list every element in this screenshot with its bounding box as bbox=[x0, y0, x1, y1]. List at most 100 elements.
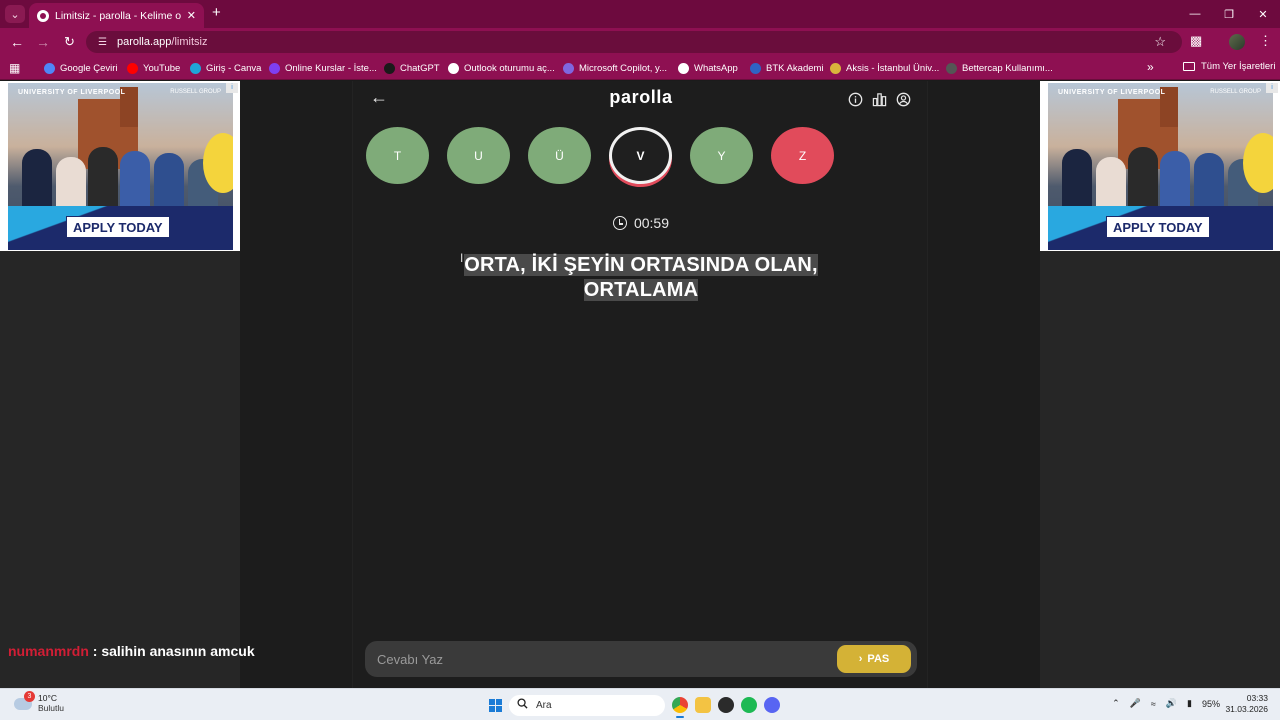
bookmark-favicon-icon bbox=[946, 62, 957, 74]
question-text: ORTA, İKİ ŞEYİN ORTASINDA OLAN, ORTALAMA bbox=[421, 253, 861, 303]
letter-circle: Y bbox=[690, 127, 753, 184]
bookmark-label: YouTube bbox=[143, 62, 181, 74]
tray-chevron-up-icon[interactable]: ⌃ bbox=[1112, 698, 1120, 709]
answer-box: › PAS bbox=[365, 641, 917, 677]
time: 03:33 bbox=[1246, 693, 1268, 703]
letter-circle: V bbox=[609, 127, 672, 184]
all-bookmarks-label: Tüm Yer İşaretleri bbox=[1201, 61, 1276, 72]
stats-chart-icon[interactable] bbox=[871, 91, 887, 107]
bookmark-item[interactable]: YouTube bbox=[127, 61, 180, 75]
ad-apply-button[interactable]: APPLY TODAY bbox=[1106, 216, 1210, 238]
forward-arrow-icon[interactable]: → bbox=[36, 34, 50, 50]
bookmark-item[interactable]: Giriş - Canva bbox=[190, 61, 261, 75]
chrome-icon[interactable] bbox=[672, 697, 688, 718]
bookmark-item[interactable]: Aksis - İstanbul Üniv... bbox=[830, 61, 939, 75]
taskbar-clock[interactable]: 03:33 31.03.2026 bbox=[1225, 693, 1268, 715]
text-cursor-icon: I bbox=[460, 251, 464, 265]
app-logo: parolla bbox=[609, 87, 673, 107]
bookmark-item[interactable]: Google Çeviri bbox=[44, 61, 118, 75]
bookmarks-bar: ▦ Google Çeviri YouTube Giriş - Canva Onlin… bbox=[0, 56, 1280, 80]
bookmark-star-icon[interactable]: ☆ bbox=[1154, 34, 1166, 50]
bookmark-item[interactable]: WhatsApp bbox=[678, 61, 738, 75]
weather-widget[interactable]: 3 10°C Bulutlu bbox=[14, 691, 64, 713]
ad-russell-logo: RUSSELL GROUP bbox=[1210, 89, 1261, 95]
wifi-icon[interactable]: ≈ bbox=[1151, 699, 1156, 709]
ad-left[interactable]: UNIVERSITY OF LIVERPOOL RUSSELL GROUP AP… bbox=[0, 81, 240, 251]
new-tab-plus-icon[interactable]: + bbox=[212, 5, 221, 21]
bookmark-item[interactable]: Outlook oturumu aç... bbox=[448, 61, 555, 75]
bookmark-item[interactable]: ChatGPT bbox=[384, 61, 440, 75]
stream-chat-message: numanmrdn : salihin anasının amcuk bbox=[8, 643, 255, 659]
windows-taskbar: 3 10°C Bulutlu Ara ⌃ 🎤 ≈ 🔊 ▮ 95% 03:33 3… bbox=[0, 688, 1280, 720]
ad-russell-logo: RUSSELL GROUP bbox=[170, 89, 221, 95]
pass-label: PAS bbox=[867, 653, 890, 665]
microphone-icon[interactable]: 🎤 bbox=[1130, 698, 1141, 709]
letter-wheel: TUÜVYZ bbox=[366, 125, 846, 189]
tab-close-icon[interactable]: ✕ bbox=[187, 9, 196, 22]
letter-circle: U bbox=[447, 127, 510, 184]
bookmark-label: Google Çeviri bbox=[60, 62, 118, 74]
letter-circle: Ü bbox=[528, 127, 591, 184]
bookmark-favicon-icon bbox=[190, 62, 201, 74]
windows-start-icon[interactable] bbox=[489, 698, 502, 712]
temperature: 10°C bbox=[38, 693, 57, 703]
battery-icon[interactable]: ▮ bbox=[1187, 698, 1192, 709]
game-area: ← parolla TUÜVYZ 00:59 ORTA, İKİ ŞEYİN O… bbox=[240, 81, 1040, 688]
obs-icon[interactable] bbox=[718, 697, 734, 713]
close-window-icon[interactable]: ✕ bbox=[1246, 0, 1280, 28]
weather-badge: 3 bbox=[24, 691, 35, 702]
ad-apply-button[interactable]: APPLY TODAY bbox=[66, 216, 170, 238]
pass-button[interactable]: › PAS bbox=[837, 645, 911, 673]
cloud-icon: 3 bbox=[14, 691, 35, 710]
ad-people bbox=[16, 139, 221, 209]
discord-icon[interactable] bbox=[764, 697, 780, 713]
ad-photo: UNIVERSITY OF LIVERPOOL RUSSELL GROUP AP… bbox=[1048, 83, 1273, 250]
timer-value: 00:59 bbox=[633, 215, 670, 231]
back-arrow-icon[interactable]: ← bbox=[10, 34, 24, 50]
reload-icon[interactable]: ↻ bbox=[64, 34, 75, 50]
file-explorer-icon[interactable] bbox=[695, 697, 711, 713]
header-icons bbox=[847, 91, 911, 107]
minimize-icon[interactable]: — bbox=[1178, 0, 1212, 28]
apps-grid-icon[interactable]: ▦ bbox=[9, 61, 20, 75]
letter-circle: Z bbox=[771, 127, 834, 184]
restore-icon[interactable]: ❐ bbox=[1212, 0, 1246, 28]
tab-active[interactable]: Limitsiz - parolla - Kelime oyunu ✕ bbox=[29, 3, 204, 28]
volume-icon[interactable]: 🔊 bbox=[1166, 698, 1177, 709]
bookmark-item[interactable]: Online Kurslar - İste... bbox=[269, 61, 377, 75]
profile-avatar[interactable] bbox=[1229, 34, 1245, 50]
info-icon[interactable] bbox=[847, 91, 863, 107]
bookmark-favicon-icon bbox=[678, 62, 689, 74]
tab-title: Limitsiz - parolla - Kelime oyunu bbox=[55, 9, 181, 22]
bookmark-label: WhatsApp bbox=[694, 62, 738, 74]
bookmark-item[interactable]: Microsoft Copilot, y... bbox=[563, 61, 667, 75]
bookmark-label: BTK Akademi bbox=[766, 62, 824, 74]
system-tray: ⌃ 🎤 ≈ 🔊 ▮ 95% bbox=[1112, 698, 1220, 709]
spotify-icon[interactable] bbox=[741, 697, 757, 713]
chevron-right-icon: › bbox=[858, 653, 863, 665]
ad-university-logo: UNIVERSITY OF LIVERPOOL bbox=[18, 89, 126, 96]
bookmark-item[interactable]: Bettercap Kullanımı... bbox=[946, 61, 1053, 75]
address-bar[interactable]: ☰ parolla.app/limitsiz ☆ bbox=[86, 31, 1182, 53]
url-domain: parolla.app bbox=[116, 36, 172, 48]
adchoices-icon[interactable]: i bbox=[226, 83, 238, 93]
chrome-menu-icon[interactable]: ⋮ bbox=[1259, 33, 1272, 49]
page-content: UNIVERSITY OF LIVERPOOL RUSSELL GROUP AP… bbox=[0, 81, 1280, 688]
chat-text: : salihin anasının amcuk bbox=[92, 643, 255, 659]
extensions-puzzle-icon[interactable]: ▩ bbox=[1190, 33, 1202, 49]
ad-right[interactable]: UNIVERSITY OF LIVERPOOL RUSSELL GROUP AP… bbox=[1040, 81, 1280, 251]
ad-photo: UNIVERSITY OF LIVERPOOL RUSSELL GROUP AP… bbox=[8, 83, 233, 250]
site-info-icon[interactable]: ☰ bbox=[98, 37, 107, 48]
answer-input[interactable] bbox=[365, 641, 825, 677]
bookmark-item[interactable]: BTK Akademi bbox=[750, 61, 824, 75]
tab-search-chevron-icon[interactable]: ⌄ bbox=[5, 5, 25, 23]
more-bookmarks-chevron-icon[interactable]: » bbox=[1147, 60, 1154, 74]
user-profile-icon[interactable] bbox=[895, 91, 911, 107]
bookmark-favicon-icon bbox=[127, 62, 138, 74]
taskbar-search[interactable]: Ara bbox=[509, 694, 665, 716]
question-line-1: ORTA, İKİ ŞEYİN ORTASINDA OLAN, bbox=[464, 254, 818, 276]
all-bookmarks-folder[interactable]: Tüm Yer İşaretleri bbox=[1183, 61, 1275, 72]
adchoices-icon[interactable]: i bbox=[1266, 83, 1278, 93]
folder-icon bbox=[1183, 62, 1195, 71]
search-label: Ara bbox=[536, 699, 552, 711]
